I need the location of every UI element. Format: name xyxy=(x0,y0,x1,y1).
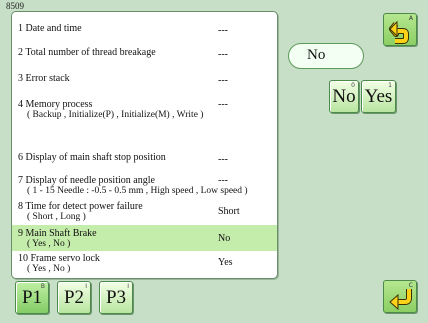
item-value: --- xyxy=(218,49,228,60)
return-button-corner: A xyxy=(408,15,413,22)
option-yes-button[interactable]: Yes 1 xyxy=(361,80,396,113)
item-label: 9 Main Shaft Brake ( Yes , No ) xyxy=(18,228,97,249)
item-label: 4 Memory process ( Backup , Initialize(P… xyxy=(18,99,204,120)
item-value: --- xyxy=(218,75,228,86)
page-tab-p3[interactable]: P3 I xyxy=(99,281,133,314)
list-item-date-time[interactable]: 1 Date and time --- xyxy=(12,16,277,40)
return-button[interactable]: A xyxy=(383,13,417,46)
list-item-thread-breakage[interactable]: 2 Total number of thread breakage --- xyxy=(12,40,277,64)
list-item-needle-position[interactable]: 7 Display of needle position angle ( 1 -… xyxy=(12,172,277,198)
page-tab-corner: I xyxy=(85,283,87,290)
option-no-corner: 0 xyxy=(351,82,355,89)
enter-button[interactable]: C xyxy=(383,280,417,313)
setting-list: 1 Date and time --- 2 Total number of th… xyxy=(11,11,278,279)
item-sub-label: ( Short , Long ) xyxy=(27,212,86,222)
item-value: --- xyxy=(218,154,228,165)
screen-id: 8509 xyxy=(6,1,24,11)
current-value-display: No xyxy=(288,43,364,69)
item-label: 7 Display of needle position angle ( 1 -… xyxy=(18,175,248,196)
page-tab-corner: I xyxy=(127,283,129,290)
item-value: Short xyxy=(218,206,240,217)
item-label: 10 Frame servo lock ( Yes , No ) xyxy=(18,253,100,274)
item-label: 8 Time for detect power failure ( Short … xyxy=(18,201,143,222)
item-value: --- xyxy=(218,175,228,186)
list-item-main-shaft-brake[interactable]: 9 Main Shaft Brake ( Yes , No ) No xyxy=(12,225,277,251)
option-no-button[interactable]: No 0 xyxy=(329,80,359,113)
item-value: --- xyxy=(218,99,228,110)
item-label: 3 Error stack xyxy=(18,73,70,84)
list-item-power-failure[interactable]: 8 Time for detect power failure ( Short … xyxy=(12,199,277,225)
item-label: 6 Display of main shaft stop position xyxy=(18,152,166,163)
page-tab-p2[interactable]: P2 I xyxy=(57,281,91,314)
option-yes-corner: 1 xyxy=(388,82,392,89)
page-tab-corner: B xyxy=(40,283,45,290)
enter-button-corner: C xyxy=(408,282,413,289)
list-item-memory-process[interactable]: 4 Memory process ( Backup , Initialize(P… xyxy=(12,94,277,124)
item-value: Yes xyxy=(218,257,233,268)
item-label: 2 Total number of thread breakage xyxy=(18,47,156,58)
item-value: No xyxy=(218,233,231,244)
item-value: --- xyxy=(218,25,228,36)
list-item-main-shaft-stop[interactable]: 6 Display of main shaft stop position --… xyxy=(12,146,277,170)
list-item-frame-servo-lock[interactable]: 10 Frame servo lock ( Yes , No ) Yes xyxy=(12,251,277,277)
list-item-error-stack[interactable]: 3 Error stack --- xyxy=(12,64,277,88)
item-sub-label: ( Backup , Initialize(P) , Initialize(M)… xyxy=(27,110,204,120)
item-sub-label: ( 1 - 15 Needle : -0.5 - 0.5 mm , High s… xyxy=(27,186,248,196)
page-tab-p1[interactable]: P1 B xyxy=(15,281,49,314)
item-label: 1 Date and time xyxy=(18,23,82,34)
item-sub-label: ( Yes , No ) xyxy=(27,239,71,249)
item-sub-label: ( Yes , No ) xyxy=(27,264,71,274)
